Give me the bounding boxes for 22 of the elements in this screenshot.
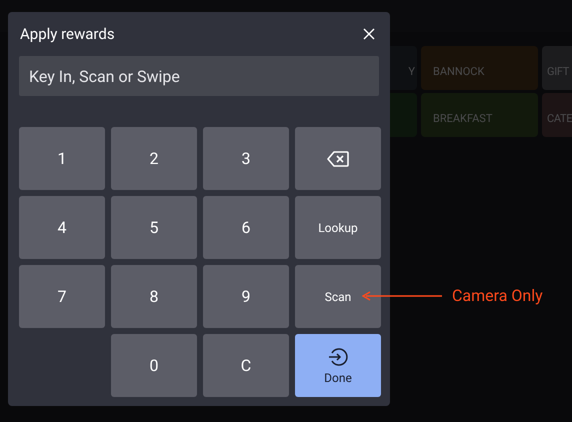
key-button[interactable]: 5 [111,196,197,259]
key-button[interactable]: 0 [111,334,197,397]
annotation-text: Camera Only [452,286,543,305]
sign-in-icon [328,346,348,366]
key-button[interactable]: 8 [111,265,197,328]
key-button[interactable]: 2 [111,127,197,190]
arrow-icon [362,290,442,300]
key-button[interactable]: 6 [203,196,289,259]
key-button[interactable]: Scan [295,265,381,328]
backspace-icon [327,150,349,166]
key-button[interactable]: 3 [203,127,289,190]
done-button[interactable]: Done [295,334,381,397]
backspace-button[interactable] [295,127,381,190]
key-button[interactable]: 4 [19,196,105,259]
dialog-title: Apply rewards [20,25,115,43]
close-icon [363,28,375,40]
input-field[interactable]: Key In, Scan or Swipe [19,56,379,96]
key-button[interactable]: C [203,334,289,397]
key-button[interactable]: Lookup [295,196,381,259]
key-button[interactable]: 7 [19,265,105,328]
key-button[interactable]: 1 [19,127,105,190]
key-button[interactable]: 9 [203,265,289,328]
